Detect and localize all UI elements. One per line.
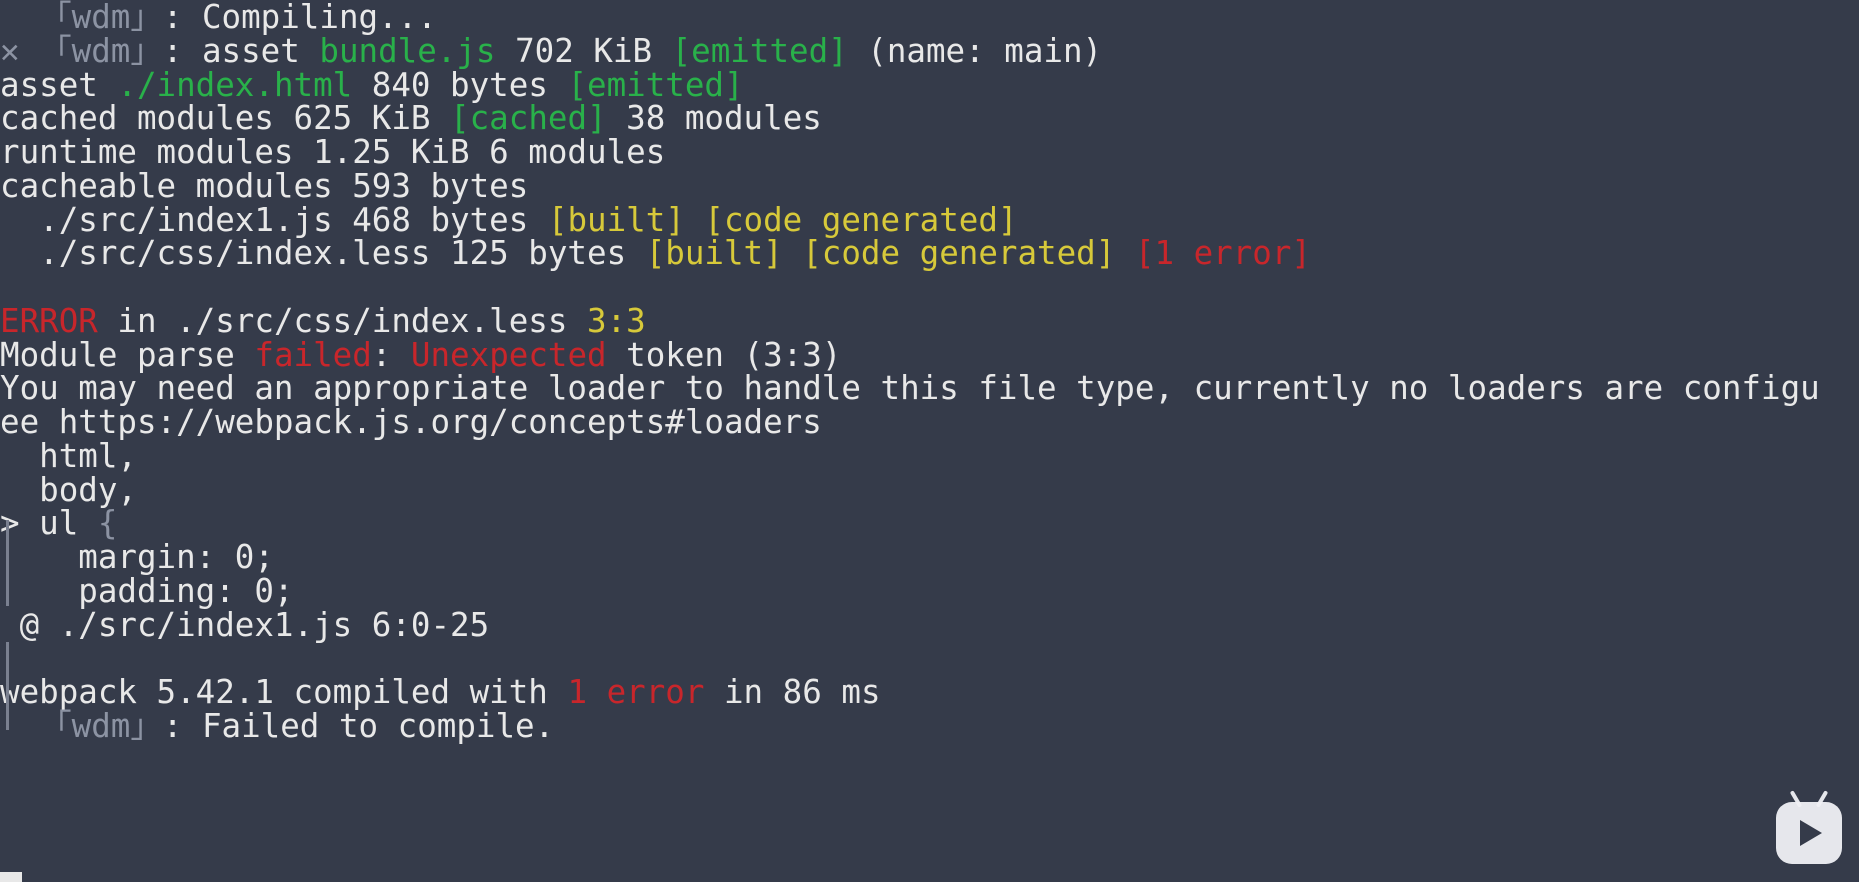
terminal-text-segment: 「wdm」 (0, 706, 163, 745)
terminal-text-segment: in 86 ms (704, 673, 881, 711)
terminal-line: ./src/css/index.less 125 bytes [built] [… (0, 233, 1311, 273)
terminal-text-segment: ./src/css/index.less 125 bytes (0, 234, 646, 273)
terminal-line: 「wdm」: Failed to compile. (0, 706, 554, 746)
code-frame-gutter (6, 642, 9, 730)
terminal-line: @ ./src/index1.js 6:0-25 (0, 605, 490, 645)
terminal-text-segment: (name: main) (847, 31, 1103, 70)
terminal-cursor (0, 872, 22, 882)
terminal-text-segment: [1 error] (1134, 234, 1311, 273)
terminal-text-segment: @ ./src/index1.js 6:0-25 (0, 605, 490, 644)
terminal-text-segment: 1 error (567, 673, 705, 711)
bilibili-logo-icon (1776, 790, 1842, 864)
terminal-text-segment: [built] [code generated] (645, 234, 1116, 273)
code-frame-gutter (6, 556, 9, 606)
terminal-window[interactable]: 「wdm」: Compiling... ✕ 「wdm」: asset bundle… (0, 0, 1859, 882)
terminal-text-segment: : Failed to compile. (162, 706, 555, 745)
